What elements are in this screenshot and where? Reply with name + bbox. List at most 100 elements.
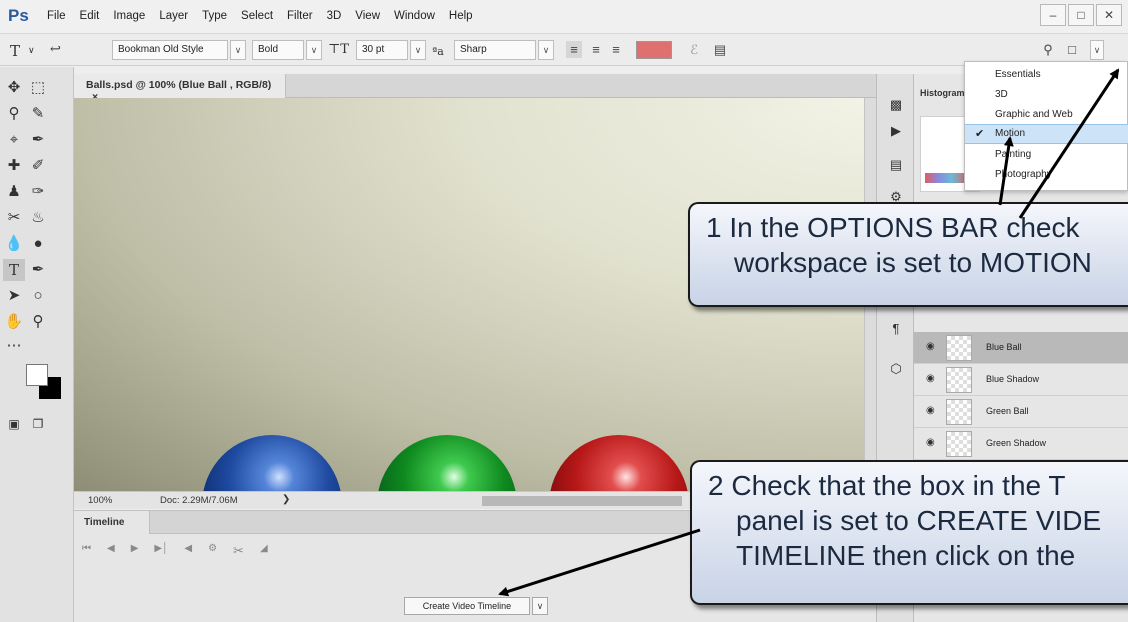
text-color-swatch[interactable] xyxy=(636,41,672,59)
horizontal-scrollbar[interactable] xyxy=(482,496,682,506)
create-timeline-dropdown-icon[interactable]: ∨ xyxy=(532,597,548,615)
search-icon[interactable]: ⚲ xyxy=(1040,41,1056,58)
play-icon[interactable]: ▶ xyxy=(131,543,139,559)
screen-mode-icon[interactable]: ❐ xyxy=(27,413,49,435)
blur-tool-icon[interactable]: 💧 xyxy=(3,233,25,255)
brush-tool-icon[interactable]: ✐ xyxy=(27,155,49,177)
font-style-select[interactable]: Bold xyxy=(252,40,304,60)
text-orientation-icon[interactable]: ↩ xyxy=(50,42,61,57)
menu-select[interactable]: Select xyxy=(234,10,280,22)
document-tab[interactable]: Balls.psd @ 100% (Blue Ball , RGB/8) × xyxy=(74,74,286,103)
status-menu-arrow-icon[interactable]: ❯ xyxy=(282,494,290,505)
actions-panel-icon[interactable]: ▶ xyxy=(885,120,907,142)
tool-preset-dropdown-icon[interactable]: ∨ xyxy=(28,46,35,56)
workspace-icon[interactable]: □ xyxy=(1064,41,1080,58)
menu-filter[interactable]: Filter xyxy=(280,10,320,22)
pen-tool-icon[interactable]: ✒ xyxy=(27,259,49,281)
history-panel-icon[interactable]: ▩ xyxy=(885,94,907,116)
minimize-icon[interactable]: – xyxy=(1040,4,1066,26)
layer-thumbnail xyxy=(946,367,972,393)
zoom-level[interactable]: 100% xyxy=(88,495,112,506)
menu-view[interactable]: View xyxy=(348,10,387,22)
visibility-eye-icon[interactable]: ◉ xyxy=(926,405,935,416)
align-right-icon[interactable]: ≡ xyxy=(608,41,624,58)
visibility-eye-icon[interactable]: ◉ xyxy=(926,437,935,448)
menu-edit[interactable]: Edit xyxy=(73,10,107,22)
menu-3d[interactable]: 3D xyxy=(320,10,349,22)
menu-layer[interactable]: Layer xyxy=(152,10,195,22)
move-tool-icon[interactable]: ✥ xyxy=(3,77,25,99)
timeline-tab[interactable]: Timeline xyxy=(74,511,150,534)
antialias-icon: ªa xyxy=(432,45,444,58)
ellipse-tool-icon[interactable]: ○ xyxy=(27,285,49,307)
clone-stamp-tool-icon[interactable]: ♟ xyxy=(3,181,25,203)
antialias-select[interactable]: Sharp xyxy=(454,40,536,60)
menu-help[interactable]: Help xyxy=(442,10,480,22)
font-size-select[interactable]: 30 pt xyxy=(356,40,408,60)
3d-panel-icon[interactable]: ⬡ xyxy=(885,358,907,380)
font-size-dropdown-icon[interactable]: ∨ xyxy=(410,40,426,60)
next-frame-icon[interactable]: ▶│ xyxy=(154,543,168,559)
crop-tool-icon[interactable]: ⌖ xyxy=(3,129,25,151)
font-style-dropdown-icon[interactable]: ∨ xyxy=(306,40,322,60)
histogram-tab[interactable]: Histogram xyxy=(920,88,965,98)
audio-icon[interactable]: ◀ xyxy=(184,543,192,559)
workspace-item-3d[interactable]: 3D xyxy=(965,86,1128,106)
eraser-tool-icon[interactable]: ✂ xyxy=(3,207,25,229)
workspace-item-essentials[interactable]: Essentials xyxy=(965,66,1128,86)
paint-bucket-tool-icon[interactable]: ♨ xyxy=(27,207,49,229)
lasso-tool-icon[interactable]: ⚲ xyxy=(3,103,25,125)
workspace-item-painting[interactable]: Painting xyxy=(965,146,1128,166)
healing-brush-tool-icon[interactable]: ✚ xyxy=(3,155,25,177)
workspace-item-photography[interactable]: Photography xyxy=(965,166,1128,186)
layer-thumbnail xyxy=(946,431,972,457)
align-center-icon[interactable]: ≡ xyxy=(588,41,604,58)
previous-frame-icon[interactable]: ◀ xyxy=(107,543,115,559)
quick-mask-icon[interactable]: ▣ xyxy=(3,413,25,435)
menu-window[interactable]: Window xyxy=(387,10,442,22)
eyedropper-tool-icon[interactable]: ✒ xyxy=(27,129,49,151)
font-family-select[interactable]: Bookman Old Style xyxy=(112,40,228,60)
workspace-dropdown-icon[interactable]: ∨ xyxy=(1090,40,1104,60)
scissors-icon[interactable]: ✂ xyxy=(233,543,244,559)
hand-tool-icon[interactable]: ✋ xyxy=(3,311,25,333)
properties-panel-icon[interactable]: ▤ xyxy=(885,154,907,176)
type-tool-icon[interactable]: T xyxy=(3,259,25,281)
maximize-icon[interactable]: □ xyxy=(1068,4,1094,26)
workspace-item-graphic-web[interactable]: Graphic and Web xyxy=(965,106,1128,126)
dodge-tool-icon[interactable]: ● xyxy=(27,233,49,255)
type-tool-icon[interactable]: T xyxy=(10,42,20,60)
history-brush-tool-icon[interactable]: ✑ xyxy=(27,181,49,203)
warp-text-icon[interactable]: ℰ xyxy=(686,41,702,58)
settings-icon[interactable]: ⚙ xyxy=(208,543,217,559)
menu-file[interactable]: File xyxy=(40,10,73,22)
foreground-color-swatch[interactable] xyxy=(26,364,48,386)
more-tools-icon[interactable]: ⋯ xyxy=(3,335,25,357)
callout-step-2-line2: panel is set to CREATE VIDE xyxy=(736,505,1102,536)
callout-step-1-line2: workspace is set to MOTION xyxy=(734,247,1092,278)
create-video-timeline-button[interactable]: Create Video Timeline xyxy=(404,597,530,615)
transition-icon[interactable]: ◢ xyxy=(260,543,268,559)
align-left-icon[interactable]: ≡ xyxy=(566,41,582,58)
menu-bar: Ps File Edit Image Layer Type Select Fil… xyxy=(0,0,1128,34)
menu-image[interactable]: Image xyxy=(106,10,152,22)
path-selection-tool-icon[interactable]: ➤ xyxy=(3,285,25,307)
character-panel-icon[interactable]: ▤ xyxy=(712,41,728,58)
menu-type[interactable]: Type xyxy=(195,10,234,22)
marquee-tool-icon[interactable]: ⬚ xyxy=(27,77,49,99)
layer-row[interactable]: ◉ Blue Shadow xyxy=(914,364,1128,396)
font-family-dropdown-icon[interactable]: ∨ xyxy=(230,40,246,60)
close-icon[interactable]: ✕ xyxy=(1096,4,1122,26)
layer-row[interactable]: ◉ Green Ball xyxy=(914,396,1128,428)
layer-row[interactable]: ◉ Blue Ball xyxy=(914,332,1128,364)
layer-thumbnail xyxy=(946,335,972,361)
zoom-tool-icon[interactable]: ⚲ xyxy=(27,311,49,333)
visibility-eye-icon[interactable]: ◉ xyxy=(926,373,935,384)
go-to-first-frame-icon[interactable]: ⏮ xyxy=(82,543,91,559)
antialias-dropdown-icon[interactable]: ∨ xyxy=(538,40,554,60)
quick-select-tool-icon[interactable]: ✎ xyxy=(27,103,49,125)
paragraph-panel-icon[interactable]: ¶ xyxy=(885,318,907,340)
visibility-eye-icon[interactable]: ◉ xyxy=(926,341,935,352)
layer-row[interactable]: ◉ Green Shadow xyxy=(914,428,1128,460)
workspace-item-motion[interactable]: ✔ Motion xyxy=(965,124,1128,144)
